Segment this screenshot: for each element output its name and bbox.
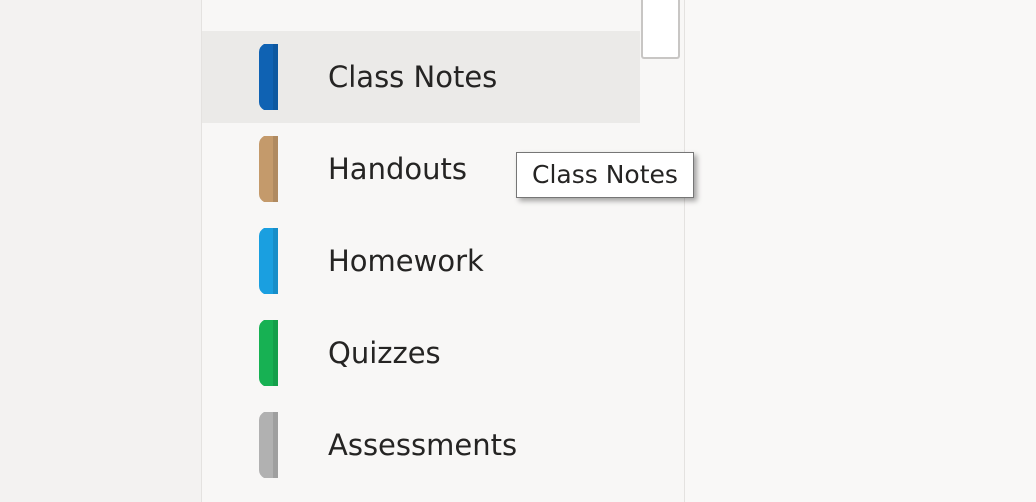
section-label: Homework <box>328 244 484 278</box>
section-item-quizzes[interactable]: Quizzes <box>202 307 640 399</box>
section-list-pane: Class Notes Handouts Homework Quizzes As… <box>201 0 685 502</box>
section-tab-icon <box>256 44 278 110</box>
section-tab-icon <box>256 320 278 386</box>
section-label: Class Notes <box>328 60 498 94</box>
section-item-homework[interactable]: Homework <box>202 215 640 307</box>
section-tab-icon <box>256 136 278 202</box>
section-label: Assessments <box>328 428 518 462</box>
scrollbar-thumb[interactable] <box>641 0 680 59</box>
section-label: Handouts <box>328 152 467 186</box>
notebook-pane <box>0 0 201 502</box>
page-list-pane <box>685 0 1036 502</box>
section-item-class-notes[interactable]: Class Notes <box>202 31 640 123</box>
section-tab-icon <box>256 412 278 478</box>
section-list: Class Notes Handouts Homework Quizzes As… <box>202 31 640 491</box>
section-label: Quizzes <box>328 336 441 370</box>
section-tab-icon <box>256 228 278 294</box>
tooltip: Class Notes <box>516 152 694 198</box>
section-item-assessments[interactable]: Assessments <box>202 399 640 491</box>
